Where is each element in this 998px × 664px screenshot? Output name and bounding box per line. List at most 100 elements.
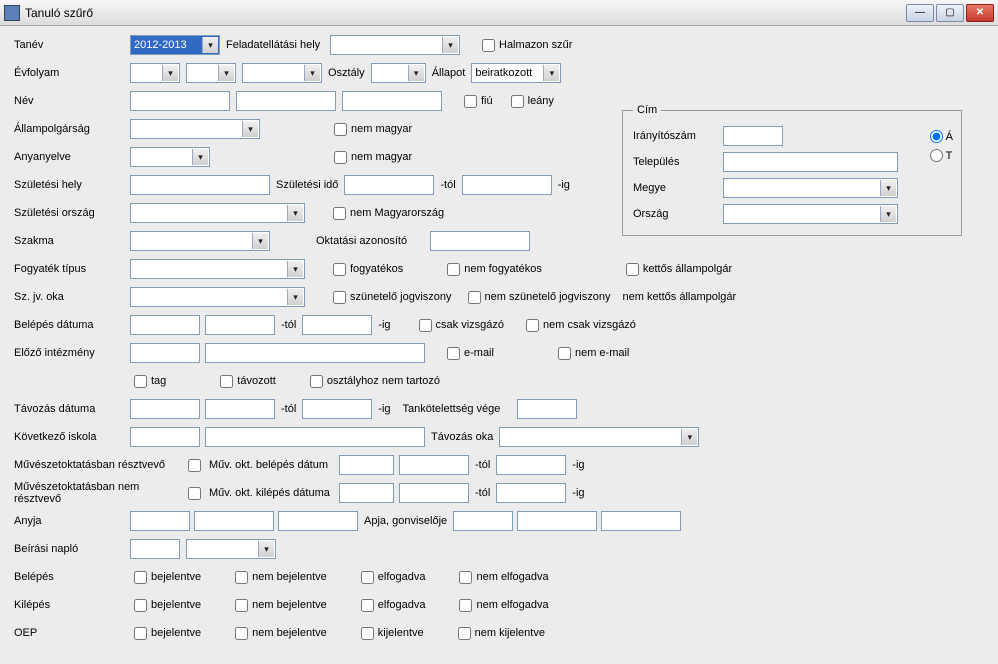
select-evfolyam-1[interactable] <box>130 63 180 83</box>
select-megye[interactable] <box>723 178 898 198</box>
chevron-down-icon[interactable] <box>287 261 303 277</box>
input-kov-2[interactable] <box>205 427 425 447</box>
input-szulido-tol[interactable] <box>344 175 434 195</box>
input-szulhely[interactable] <box>130 175 270 195</box>
chevron-down-icon[interactable] <box>543 65 559 81</box>
input-anyja-1[interactable] <box>130 511 190 531</box>
checkbox-osztalyhoz[interactable]: osztályhoz nem tartozó <box>306 375 440 388</box>
chevron-down-icon[interactable] <box>252 233 268 249</box>
select-evfolyam-2[interactable] <box>186 63 236 83</box>
input-iranyitoszam[interactable] <box>723 126 783 146</box>
checkbox-kilepes-nembej[interactable]: nem bejelentve <box>231 599 327 612</box>
select-allapot[interactable]: beiratkozott <box>471 63 561 83</box>
input-tavozas-1[interactable] <box>130 399 200 419</box>
minimize-button[interactable]: — <box>906 4 934 22</box>
select-beirasi[interactable] <box>186 539 276 559</box>
checkbox-email[interactable]: e-mail <box>443 347 494 360</box>
checkbox-fiu[interactable]: fiú <box>460 95 493 108</box>
input-belepes-3[interactable] <box>302 315 372 335</box>
chevron-down-icon[interactable] <box>681 429 697 445</box>
checkbox-leany[interactable]: leány <box>507 95 554 108</box>
checkbox-kettos[interactable]: kettős állampolgár <box>622 263 732 276</box>
select-orszag[interactable] <box>723 204 898 224</box>
input-apja-1[interactable] <box>453 511 513 531</box>
select-szakma[interactable] <box>130 231 270 251</box>
chevron-down-icon[interactable] <box>408 65 424 81</box>
checkbox-kilepes-bej[interactable]: bejelentve <box>130 599 201 612</box>
input-telepules[interactable] <box>723 152 898 172</box>
select-fogytipus[interactable] <box>130 259 305 279</box>
checkbox-oep-kij[interactable]: kijelentve <box>357 627 424 640</box>
input-muv-belep-2[interactable] <box>399 455 469 475</box>
input-kov-1[interactable] <box>130 427 200 447</box>
checkbox-oep-bej[interactable]: bejelentve <box>130 627 201 640</box>
select-feladat[interactable] <box>330 35 460 55</box>
select-anyanyelv[interactable] <box>130 147 210 167</box>
checkbox-oep-nembej[interactable]: nem bejelentve <box>231 627 327 640</box>
checkbox-muv-nemreszt[interactable] <box>188 487 201 500</box>
select-szjvoka[interactable] <box>130 287 305 307</box>
select-osztaly[interactable] <box>371 63 426 83</box>
input-anyja-2[interactable] <box>194 511 274 531</box>
checkbox-belepes-bej[interactable]: bejelentve <box>130 571 201 584</box>
chevron-down-icon[interactable] <box>287 205 303 221</box>
input-tavozas-3[interactable] <box>302 399 372 419</box>
checkbox-nem-szunetelo[interactable]: nem szünetelő jogviszony <box>464 291 611 304</box>
checkbox-kilepes-elf[interactable]: elfogadva <box>357 599 426 612</box>
input-elozo-1[interactable] <box>130 343 200 363</box>
input-apja-2[interactable] <box>517 511 597 531</box>
checkbox-nem-fogyatekos[interactable]: nem fogyatékos <box>443 263 542 276</box>
input-muv-kilep-1[interactable] <box>339 483 394 503</box>
checkbox-muv-reszt[interactable] <box>188 459 201 472</box>
chevron-down-icon[interactable] <box>442 37 458 53</box>
input-tankot[interactable] <box>517 399 577 419</box>
input-belepes-2[interactable] <box>205 315 275 335</box>
chevron-down-icon[interactable] <box>880 180 896 196</box>
checkbox-kilepes-nemelf[interactable]: nem elfogadva <box>455 599 548 612</box>
checkbox-halmazon[interactable]: Halmazon szűr <box>478 39 572 52</box>
checkbox-nem-magyar-1[interactable]: nem magyar <box>330 123 412 136</box>
checkbox-belepes-nemelf[interactable]: nem elfogadva <box>455 571 548 584</box>
checkbox-tag[interactable]: tag <box>130 375 166 388</box>
checkbox-fogyatekos[interactable]: fogyatékos <box>329 263 403 276</box>
chevron-down-icon[interactable] <box>287 289 303 305</box>
input-szulido-ig[interactable] <box>462 175 552 195</box>
input-anyja-3[interactable] <box>278 511 358 531</box>
select-allampolg[interactable] <box>130 119 260 139</box>
maximize-button[interactable]: ▢ <box>936 4 964 22</box>
select-tavozas-oka[interactable] <box>499 427 699 447</box>
radio-a[interactable]: Á <box>930 130 953 143</box>
checkbox-belepes-elf[interactable]: elfogadva <box>357 571 426 584</box>
radio-t[interactable]: T <box>930 149 953 162</box>
input-oktazon[interactable] <box>430 231 530 251</box>
input-muv-belep-3[interactable] <box>496 455 566 475</box>
checkbox-nem-magyar-2[interactable]: nem magyar <box>330 151 412 164</box>
chevron-down-icon[interactable] <box>218 65 234 81</box>
input-nev-2[interactable] <box>236 91 336 111</box>
checkbox-csak-vizsg[interactable]: csak vizsgázó <box>415 319 504 332</box>
chevron-down-icon[interactable] <box>242 121 258 137</box>
chevron-down-icon[interactable] <box>304 65 320 81</box>
input-belepes-1[interactable] <box>130 315 200 335</box>
input-apja-3[interactable] <box>601 511 681 531</box>
checkbox-nem-email[interactable]: nem e-mail <box>554 347 629 360</box>
checkbox-nem-csak-vizsg[interactable]: nem csak vizsgázó <box>522 319 636 332</box>
select-tanev[interactable]: 2012-2013 <box>130 35 220 55</box>
checkbox-szunetelo[interactable]: szünetelő jogviszony <box>329 291 452 304</box>
input-nev-3[interactable] <box>342 91 442 111</box>
chevron-down-icon[interactable] <box>192 149 208 165</box>
input-beirasi[interactable] <box>130 539 180 559</box>
checkbox-tavozott[interactable]: távozott <box>216 375 276 388</box>
chevron-down-icon[interactable] <box>880 206 896 222</box>
input-muv-belep-1[interactable] <box>339 455 394 475</box>
select-evfolyam-3[interactable] <box>242 63 322 83</box>
input-elozo-2[interactable] <box>205 343 425 363</box>
chevron-down-icon[interactable] <box>258 541 274 557</box>
chevron-down-icon[interactable] <box>202 37 218 53</box>
chevron-down-icon[interactable] <box>162 65 178 81</box>
select-szulorszag[interactable] <box>130 203 305 223</box>
checkbox-nem-mo[interactable]: nem Magyarország <box>329 207 444 220</box>
checkbox-belepes-nembej[interactable]: nem bejelentve <box>231 571 327 584</box>
input-muv-kilep-3[interactable] <box>496 483 566 503</box>
close-button[interactable]: ✕ <box>966 4 994 22</box>
